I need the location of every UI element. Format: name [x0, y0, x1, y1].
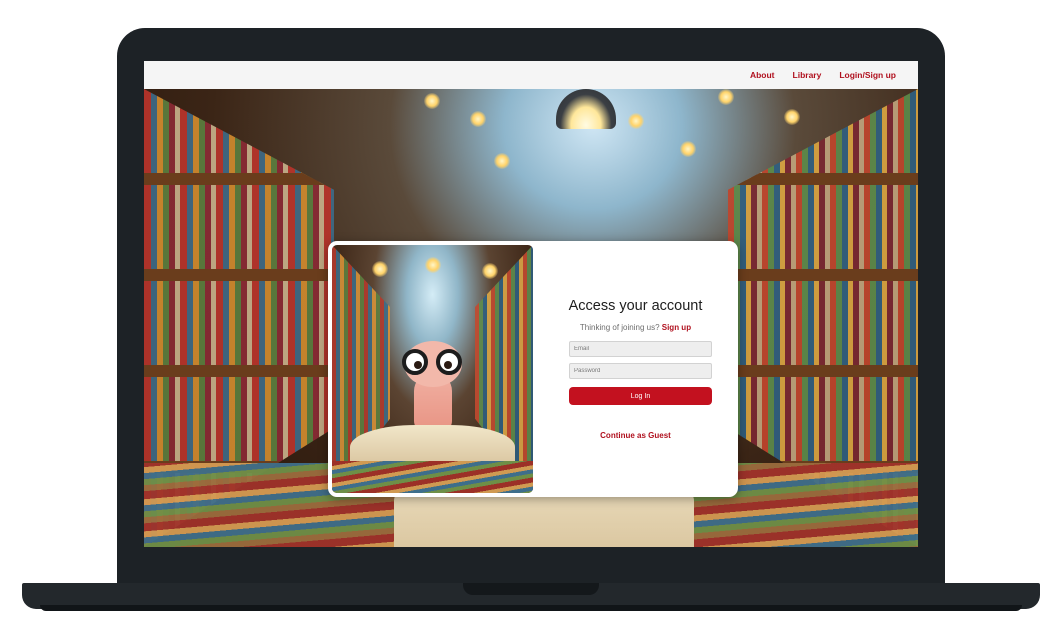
pupil [414, 361, 422, 369]
string-light [784, 109, 800, 125]
glasses-lens-right [436, 349, 462, 375]
signup-prompt-text: Thinking of joining us? [579, 323, 660, 332]
login-card: Access your account Thinking of joining … [328, 241, 738, 497]
library-background-image: Access your account Thinking of joining … [144, 89, 918, 547]
string-light [680, 141, 696, 157]
laptop-screen: About Library Login/Sign up Access your … [144, 61, 918, 547]
login-form: Access your account Thinking of joining … [533, 241, 738, 497]
string-light [424, 93, 440, 109]
continue-as-guest-link[interactable]: Continue as Guest [533, 431, 738, 440]
bookworm-library-illustration [332, 245, 533, 493]
illustration-floor-books [332, 461, 533, 493]
illustration-light [482, 263, 498, 279]
password-field[interactable] [569, 363, 712, 379]
navbar: About Library Login/Sign up [144, 61, 918, 89]
laptop-hinge-notch [463, 583, 599, 595]
illustration-light [372, 261, 388, 277]
nav-login-signup-link[interactable]: Login/Sign up [839, 70, 896, 80]
glasses-lens-left [402, 349, 428, 375]
illustration-lamp [425, 257, 441, 273]
login-button[interactable]: Log In [569, 387, 712, 405]
string-light [470, 111, 486, 127]
string-light [718, 89, 734, 105]
signup-prompt-line: Thinking of joining us? Sign up [533, 323, 738, 332]
laptop-base-shadow [40, 605, 1022, 611]
ceiling-lamp [556, 89, 616, 129]
email-field[interactable] [569, 341, 712, 357]
pupil [444, 361, 452, 369]
signup-link[interactable]: Sign up [662, 323, 691, 332]
nav-library-link[interactable]: Library [793, 70, 822, 80]
string-light [628, 113, 644, 129]
nav-about-link[interactable]: About [750, 70, 775, 80]
string-light [494, 153, 510, 169]
login-title: Access your account [568, 298, 703, 314]
